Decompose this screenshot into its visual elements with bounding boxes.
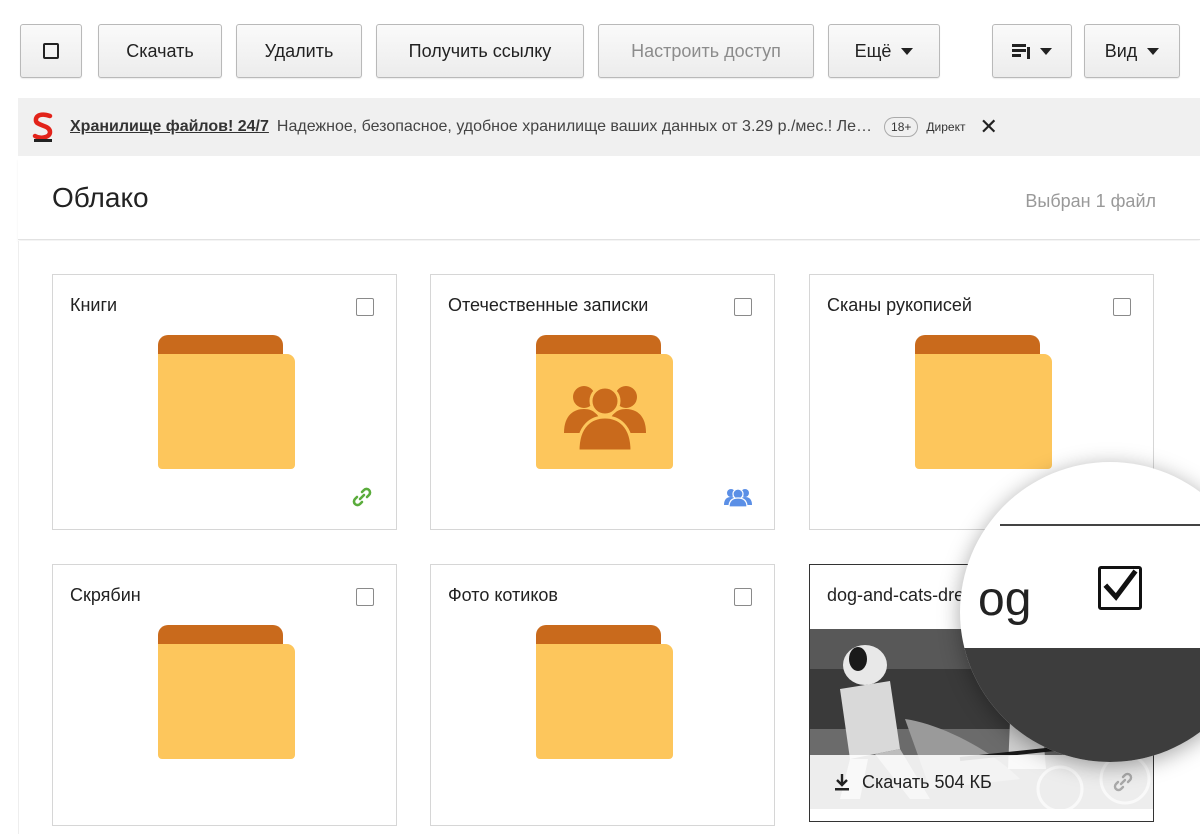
more-button[interactable]: Ещё (828, 24, 940, 78)
magnified-photo (960, 648, 1200, 762)
more-button-label: Ещё (854, 40, 892, 61)
folder-icon (915, 335, 1052, 469)
file-name: dog-and-cats-dre (827, 585, 965, 605)
chevron-down-icon (901, 47, 914, 55)
download-size-label: Скачать 504 КБ (862, 771, 992, 792)
download-bar[interactable]: Скачать 504 КБ (810, 755, 1153, 809)
item-checkbox[interactable] (1113, 298, 1131, 316)
item-checkbox[interactable] (356, 588, 374, 606)
ad-banner: Хранилище файлов! 24/7 Надежное, безопас… (18, 98, 1200, 156)
select-all-button[interactable] (20, 24, 82, 78)
page: Скачать Удалить Получить ссылку Настроит… (0, 0, 1200, 834)
shared-folder-icon (536, 335, 673, 469)
ad-description: Надежное, безопасное, удобное хранилище … (276, 118, 873, 135)
ad-source-label[interactable]: Директ (926, 120, 965, 134)
selection-status: Выбран 1 файл (1025, 191, 1156, 211)
folder-name: Книги (70, 295, 118, 315)
check-icon (1103, 569, 1138, 601)
folder-name: Фото котиков (448, 585, 558, 605)
view-button-label: Вид (1104, 40, 1138, 61)
folder-card[interactable]: Скрябин (52, 564, 397, 826)
folder-name: Скрябин (70, 585, 141, 605)
sort-icon (1012, 43, 1030, 59)
item-checkbox[interactable] (734, 298, 752, 316)
get-link-button-label: Получить ссылку (408, 40, 552, 61)
folder-name: Отечественные записки (448, 295, 649, 315)
link-icon (352, 487, 372, 507)
page-header: Облако Выбран 1 файл (18, 158, 1200, 240)
ad-logo-icon (32, 112, 54, 142)
toolbar: Скачать Удалить Получить ссылку Настроит… (20, 24, 1180, 78)
link-icon (1113, 772, 1133, 792)
download-button[interactable]: Скачать (98, 24, 222, 78)
download-icon (834, 773, 850, 791)
ad-title-link[interactable]: Хранилище файлов! 24/7 (70, 118, 269, 136)
card-edge (1000, 524, 1200, 526)
chevron-down-icon (1040, 47, 1052, 55)
delete-button[interactable]: Удалить (236, 24, 362, 78)
folder-name: Сканы рукописей (827, 295, 972, 315)
close-icon[interactable]: ✕ (979, 116, 997, 138)
download-button-label: Скачать (126, 40, 194, 61)
delete-button-label: Удалить (264, 40, 334, 61)
folder-card[interactable]: Фото котиков (430, 564, 775, 826)
chevron-down-icon (1147, 47, 1160, 55)
view-button[interactable]: Вид (1084, 24, 1180, 78)
users-icon (564, 385, 646, 453)
folder-card[interactable]: Отечественные записки (430, 274, 775, 530)
configure-access-button[interactable]: Настроить доступ (598, 24, 814, 78)
magnified-file-name: og (978, 573, 1032, 626)
checked-checkbox[interactable] (1098, 566, 1142, 610)
page-title: Облако (52, 182, 149, 213)
folder-card[interactable]: Книги (52, 274, 397, 530)
checkbox-icon (43, 43, 59, 59)
sort-button[interactable] (992, 24, 1072, 78)
age-badge: 18+ (884, 117, 919, 137)
folder-icon (158, 625, 295, 759)
configure-access-button-label: Настроить доступ (631, 40, 781, 61)
item-checkbox[interactable] (356, 298, 374, 316)
get-link-button[interactable]: Получить ссылку (376, 24, 584, 78)
folder-icon (158, 335, 295, 469)
item-checkbox[interactable] (734, 588, 752, 606)
shared-users-icon (724, 488, 752, 507)
folder-icon (536, 625, 673, 759)
